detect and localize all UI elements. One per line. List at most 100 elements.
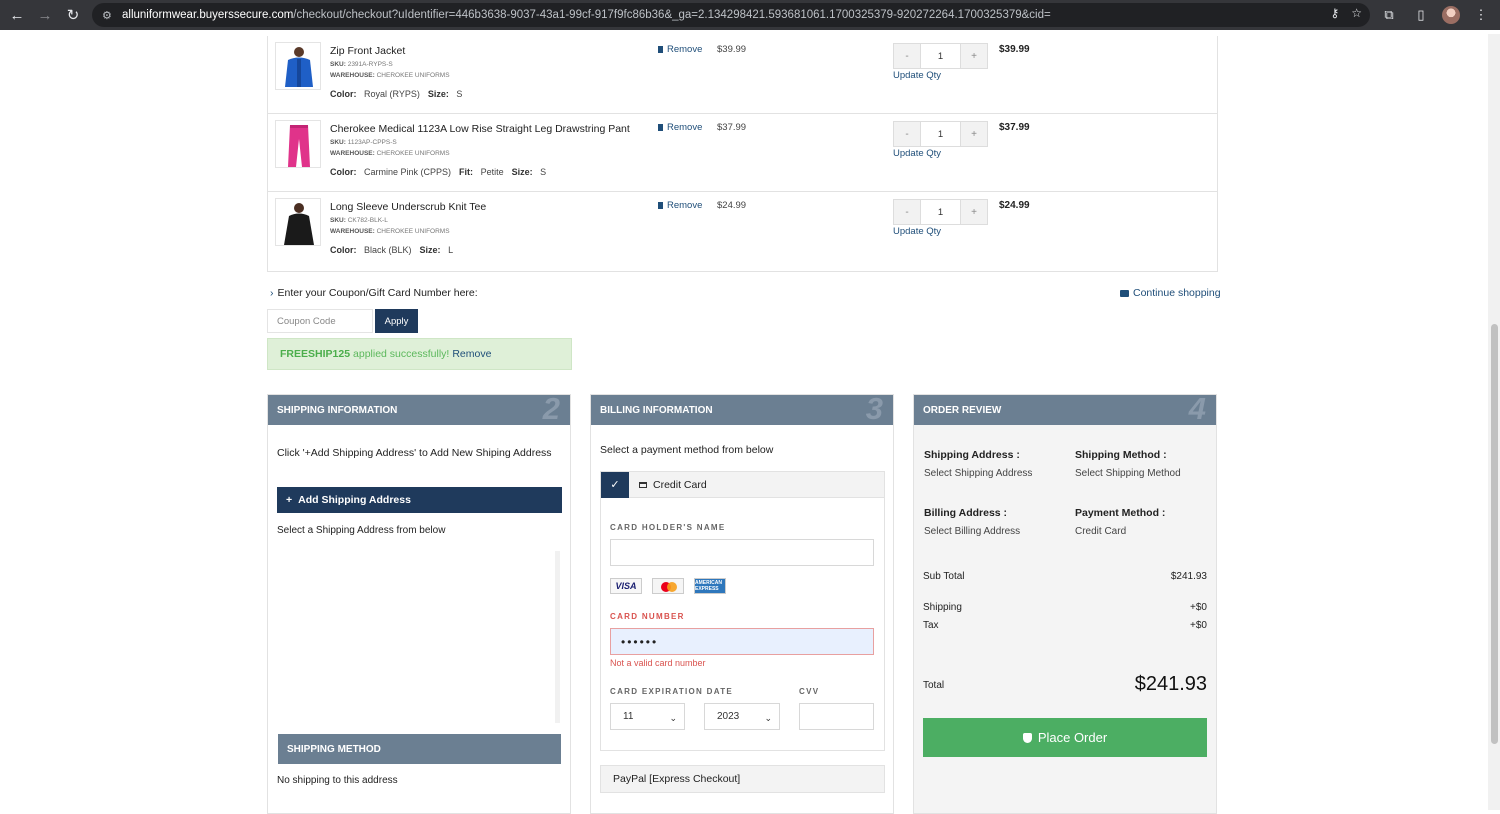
back-icon[interactable]: ←: [6, 4, 28, 26]
qty-increase-button[interactable]: +: [961, 122, 987, 146]
add-shipping-address-button[interactable]: + Add Shipping Address: [277, 487, 562, 513]
attr-value: Petite: [480, 167, 504, 177]
cart-table: Zip Front Jacket SKU: 2391A-RYPS-S WAREH…: [267, 36, 1218, 272]
expiry-year-select[interactable]: 2023 ⌄: [704, 703, 780, 730]
cvv-input[interactable]: [799, 703, 874, 730]
coupon-toggle[interactable]: › Enter your Coupon/Gift Card Number here…: [270, 287, 478, 299]
product-image[interactable]: [275, 120, 321, 168]
browser-menu-icon[interactable]: ⋮: [1470, 4, 1492, 26]
warehouse-label: WAREHOUSE:: [330, 150, 375, 157]
site-info-icon[interactable]: ⚙: [102, 9, 118, 22]
card-holder-input[interactable]: [610, 539, 874, 566]
checkout-page: Zip Front Jacket SKU: 2391A-RYPS-S WAREH…: [0, 34, 1488, 814]
remove-item-link[interactable]: Remove: [658, 44, 702, 55]
qty-increase-button[interactable]: +: [961, 200, 987, 224]
scrollbar-thumb[interactable]: [1491, 324, 1498, 744]
address-list-scrollbar[interactable]: [555, 551, 560, 723]
cart-item: Zip Front Jacket SKU: 2391A-RYPS-S WAREH…: [268, 36, 1217, 114]
product-attributes: Color: Black (BLK) Size: L: [330, 245, 453, 255]
place-order-label: Place Order: [1037, 730, 1108, 745]
update-qty-link[interactable]: Update Qty: [893, 226, 941, 237]
remove-label: Remove: [667, 200, 703, 211]
panel-title: ORDER REVIEW: [923, 404, 1002, 416]
extensions-icon[interactable]: ⧉: [1378, 4, 1400, 26]
shipping-note: Click '+Add Shipping Address' to Add New…: [277, 447, 552, 459]
qty-input[interactable]: 1: [920, 44, 961, 68]
billing-address-label: Billing Address :: [924, 507, 1008, 519]
product-warehouse: WAREHOUSE: CHEROKEE UNIFORMS: [330, 72, 450, 79]
product-attributes: Color: Royal (RYPS) Size: S: [330, 89, 462, 99]
payment-method-label: Select a payment method from below: [600, 444, 774, 456]
card-number-error: Not a valid card number: [610, 658, 706, 668]
billing-address-value: Select Billing Address: [924, 526, 1021, 537]
step-number: 2: [542, 391, 560, 426]
qty-decrease-button[interactable]: -: [894, 200, 920, 224]
credit-card-option[interactable]: ✓ Credit Card: [601, 471, 884, 498]
remove-item-link[interactable]: Remove: [658, 122, 702, 133]
qty-increase-button[interactable]: +: [961, 44, 987, 68]
product-name[interactable]: Cherokee Medical 1123A Low Rise Straight…: [330, 123, 630, 135]
paypal-option[interactable]: PayPal [Express Checkout]: [600, 765, 885, 793]
sku-label: SKU:: [330, 139, 346, 146]
shipping-panel-header: SHIPPING INFORMATION 2: [268, 391, 570, 426]
continue-shopping-link[interactable]: Continue shopping: [1120, 287, 1221, 299]
side-panel-icon[interactable]: ▯: [1410, 4, 1432, 26]
url-path: /checkout/checkout?uIdentifier=446b3638-…: [293, 9, 1051, 21]
card-number-input[interactable]: ••••••: [610, 628, 874, 655]
cart-item: Cherokee Medical 1123A Low Rise Straight…: [268, 114, 1217, 192]
browser-toolbar: ← → ↻ ⚙ alluniformwear.buyerssecure.com/…: [0, 0, 1500, 30]
credit-card-icon: [639, 481, 647, 488]
quantity-stepper: - 1 +: [893, 121, 988, 147]
product-name[interactable]: Long Sleeve Underscrub Knit Tee: [330, 201, 486, 213]
product-image[interactable]: [275, 198, 321, 246]
qty-input[interactable]: 1: [920, 200, 961, 224]
line-total: $39.99: [999, 44, 1030, 55]
remove-item-link[interactable]: Remove: [658, 200, 702, 211]
password-key-icon[interactable]: ⚷: [1330, 6, 1339, 20]
page-scrollbar[interactable]: [1488, 34, 1500, 810]
url-text[interactable]: alluniformwear.buyerssecure.com/checkout…: [122, 9, 1051, 21]
line-total: $24.99: [999, 200, 1030, 211]
qty-input[interactable]: 1: [920, 122, 961, 146]
plus-icon: +: [286, 494, 293, 506]
profile-avatar[interactable]: [1442, 6, 1460, 24]
coupon-code-input[interactable]: Coupon Code: [267, 309, 373, 333]
place-order-button[interactable]: Place Order: [923, 718, 1207, 757]
expiry-month-select[interactable]: 11 ⌄: [610, 703, 685, 730]
attr-value: Carmine Pink (CPPS): [364, 167, 452, 177]
subtotal-row: Sub Total $241.93: [923, 571, 1207, 582]
reload-icon[interactable]: ↻: [62, 4, 84, 26]
order-review-body: Shipping Address : Select Shipping Addre…: [914, 425, 1216, 813]
coupon-success-alert: FREESHIP125 applied successfully! Remove: [267, 338, 572, 370]
update-qty-link[interactable]: Update Qty: [893, 70, 941, 81]
sku-value: 2391A-RYPS-S: [347, 61, 393, 68]
chevron-down-icon: ⌄: [764, 713, 772, 723]
qty-decrease-button[interactable]: -: [894, 44, 920, 68]
product-image[interactable]: [275, 42, 321, 90]
attr-value: Black (BLK): [364, 245, 412, 255]
card-holder-label: CARD HOLDER'S NAME: [610, 523, 726, 532]
expiry-label: CARD EXPIRATION DATE: [610, 687, 734, 696]
apply-coupon-button[interactable]: Apply: [375, 309, 418, 333]
product-warehouse: WAREHOUSE: CHEROKEE UNIFORMS: [330, 150, 450, 157]
product-warehouse: WAREHOUSE: CHEROKEE UNIFORMS: [330, 228, 450, 235]
add-shipping-label: Add Shipping Address: [298, 494, 411, 506]
qty-decrease-button[interactable]: -: [894, 122, 920, 146]
warehouse-label: WAREHOUSE:: [330, 228, 375, 235]
remove-coupon-link[interactable]: Remove: [452, 348, 491, 360]
remove-label: Remove: [667, 122, 703, 133]
address-bar[interactable]: ⚙ alluniformwear.buyerssecure.com/checko…: [92, 3, 1370, 27]
tax-row: Tax +$0: [923, 620, 1207, 631]
product-name[interactable]: Zip Front Jacket: [330, 45, 405, 57]
warehouse-value: CHEROKEE UNIFORMS: [376, 72, 450, 79]
update-qty-link[interactable]: Update Qty: [893, 148, 941, 159]
attr-value: S: [456, 89, 463, 99]
shipping-panel: SHIPPING INFORMATION 2 Click '+Add Shippi…: [267, 391, 571, 814]
bookmark-star-icon[interactable]: ☆: [1351, 6, 1362, 20]
warehouse-label: WAREHOUSE:: [330, 72, 375, 79]
attr-value: S: [540, 167, 547, 177]
check-icon[interactable]: ✓: [601, 471, 629, 498]
forward-icon[interactable]: →: [34, 4, 56, 26]
unit-price: $24.99: [717, 200, 747, 211]
shipping-cost-label: Shipping: [923, 602, 962, 613]
